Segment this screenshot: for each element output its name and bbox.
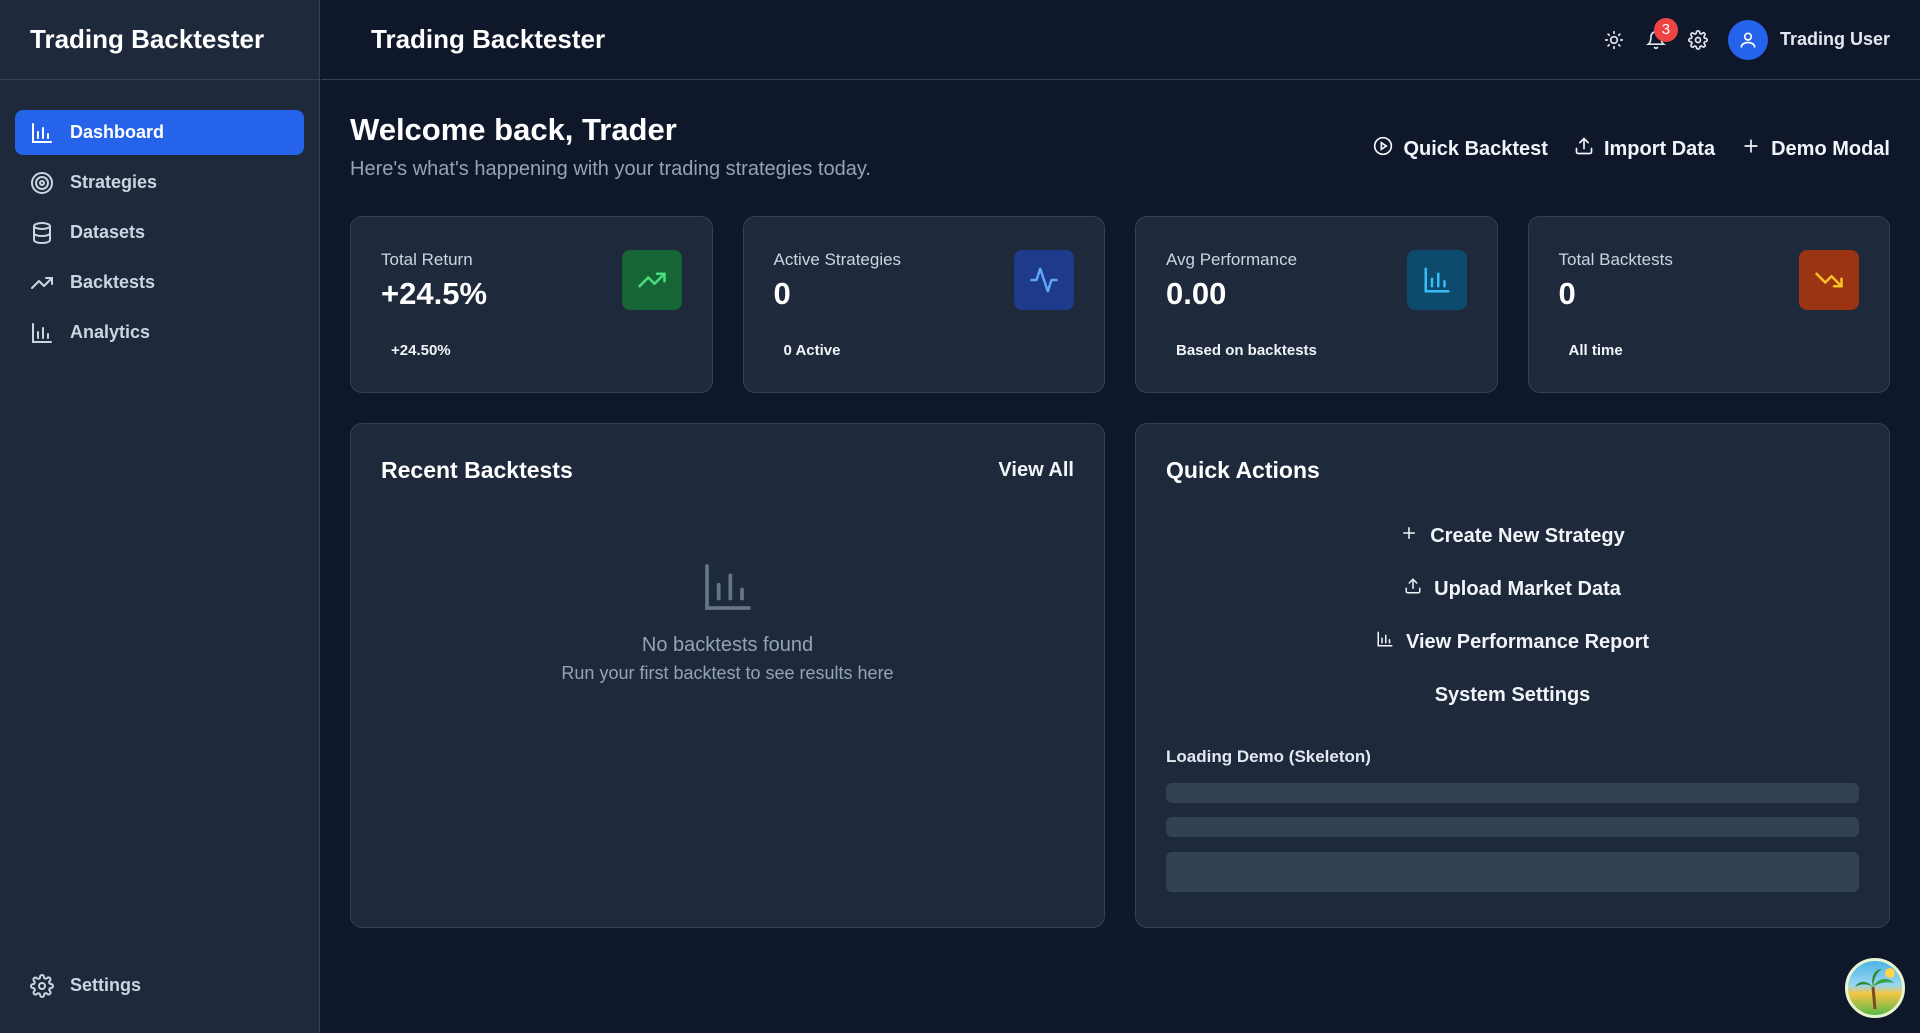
stat-card-avg-performance: Avg Performance 0.00 Based on backtests [1135, 216, 1498, 393]
demo-modal-button[interactable]: Demo Modal [1741, 136, 1890, 162]
sidebar-item-backtests[interactable]: Backtests [15, 260, 304, 305]
sidebar-item-label: Strategies [70, 172, 158, 192]
topbar-actions: 3 Trading User [1602, 17, 1890, 60]
topbar: Trading Backtester 3 Trading User [321, 0, 1920, 80]
action-label: View Performance Report [1405, 630, 1650, 653]
panels-row: Recent Backtests View All No backtests f… [350, 423, 1890, 928]
sidebar-item-settings[interactable]: Settings [15, 963, 304, 1008]
sidebar-item-label: Datasets [70, 222, 146, 242]
database-icon [30, 221, 54, 245]
action-label: Upload Market Data [1434, 577, 1621, 600]
stat-note: 0 Active [783, 342, 841, 359]
sidebar-item-label: Settings [70, 975, 142, 995]
bar-chart-icon [30, 321, 54, 345]
stat-card-total-return: Total Return +24.5% +24.50% [350, 216, 713, 393]
bar-chart-icon [700, 564, 756, 619]
bar-chart-icon [1376, 630, 1394, 654]
sidebar-item-datasets[interactable]: Datasets [15, 210, 304, 255]
stat-note: All time [1568, 342, 1623, 359]
quick-backtest-button[interactable]: Quick Backtest [1373, 136, 1548, 162]
target-icon [30, 171, 54, 195]
stats-row: Total Return +24.5% +24.50% Active Strat… [350, 216, 1890, 393]
bar-chart-icon [1406, 250, 1467, 310]
quick-actions-list: Create New Strategy Upload Market Data V… [1166, 522, 1859, 709]
import-data-button[interactable]: Import Data [1574, 136, 1715, 162]
sidebar-header: Trading Backtester [0, 0, 319, 80]
assistant-avatar[interactable] [1845, 958, 1905, 1018]
sun-icon[interactable] [1602, 28, 1626, 52]
welcome-title: Welcome back, Trader [350, 112, 677, 147]
user-name[interactable]: Trading User [1780, 29, 1890, 50]
demo-modal-label: Demo Modal [1771, 137, 1890, 160]
avatar[interactable] [1727, 19, 1768, 60]
welcome-subtitle: Here's what's happening with your tradin… [350, 158, 871, 180]
create-strategy-button[interactable]: Create New Strategy [1400, 522, 1625, 550]
notification-badge: 3 [1653, 17, 1678, 42]
plus-icon [1741, 136, 1761, 162]
stat-note: Based on backtests [1176, 342, 1317, 359]
stat-card-active-strategies: Active Strategies 0 0 Active [742, 216, 1105, 393]
sidebar-footer: Settings [15, 963, 304, 1013]
recent-backtests-panel: Recent Backtests View All No backtests f… [350, 423, 1105, 928]
gear-icon [30, 973, 54, 998]
stat-note: +24.50% [391, 342, 451, 359]
action-label: System Settings [1434, 683, 1591, 706]
empty-title: No backtests found [641, 634, 814, 656]
bell-icon[interactable]: 3 [1644, 17, 1678, 52]
system-settings-button[interactable]: System Settings [1435, 681, 1591, 709]
sidebar-item-analytics[interactable]: Analytics [15, 310, 304, 355]
trending-up-icon [30, 271, 54, 295]
panel-title: Quick Actions [1166, 457, 1320, 483]
main-content: Welcome back, Trader Here's what's happe… [350, 80, 1890, 928]
page-title: Trading Backtester [371, 24, 606, 54]
view-all-button[interactable]: View All [998, 459, 1074, 482]
sidebar-item-label: Backtests [70, 272, 156, 292]
sidebar-item-dashboard[interactable]: Dashboard [15, 110, 304, 155]
plus-icon [1400, 524, 1418, 548]
quick-backtest-label: Quick Backtest [1403, 137, 1548, 160]
loading-label: Loading Demo (Skeleton) [1166, 747, 1371, 766]
welcome-row: Welcome back, Trader Here's what's happe… [350, 112, 1890, 212]
sidebar-item-label: Analytics [70, 322, 151, 342]
quick-actions-panel: Quick Actions Create New Strategy Upload… [1135, 423, 1890, 928]
sidebar-item-strategies[interactable]: Strategies [15, 160, 304, 205]
bar-chart-icon [30, 121, 54, 145]
skeleton-line [1166, 817, 1859, 837]
empty-subtitle: Run your first backtest to see results h… [561, 663, 894, 683]
panel-header: Quick Actions [1166, 457, 1859, 484]
upload-icon [1574, 136, 1594, 162]
skeleton-line [1166, 783, 1859, 803]
import-data-label: Import Data [1603, 137, 1716, 160]
action-label: Create New Strategy [1430, 524, 1625, 547]
upload-icon [1404, 577, 1422, 601]
play-circle-icon [1373, 136, 1393, 162]
brand-title: Trading Backtester [30, 24, 265, 54]
view-performance-report-button[interactable]: View Performance Report [1376, 628, 1649, 656]
trending-up-icon [621, 250, 682, 310]
activity-icon [1014, 250, 1074, 310]
palm-tree-icon [1848, 968, 1902, 1015]
upload-market-data-button[interactable]: Upload Market Data [1404, 575, 1621, 603]
gear-icon[interactable] [1686, 28, 1710, 52]
panel-header: Recent Backtests View All [381, 457, 1074, 484]
panel-title: Recent Backtests [381, 457, 573, 483]
welcome-block: Welcome back, Trader Here's what's happe… [350, 112, 871, 181]
sidebar-nav: Dashboard Strategies Datasets Backtests … [0, 80, 319, 355]
empty-state: No backtests found Run your first backte… [381, 559, 1074, 684]
header-actions: Quick Backtest Import Data Demo Modal [1373, 136, 1890, 162]
trending-down-icon [1799, 250, 1859, 310]
sidebar: Trading Backtester Dashboard Strategies … [0, 0, 320, 1033]
sidebar-item-label: Dashboard [70, 122, 165, 142]
skeleton-block [1166, 852, 1859, 892]
stat-card-total-backtests: Total Backtests 0 All time [1527, 216, 1890, 393]
